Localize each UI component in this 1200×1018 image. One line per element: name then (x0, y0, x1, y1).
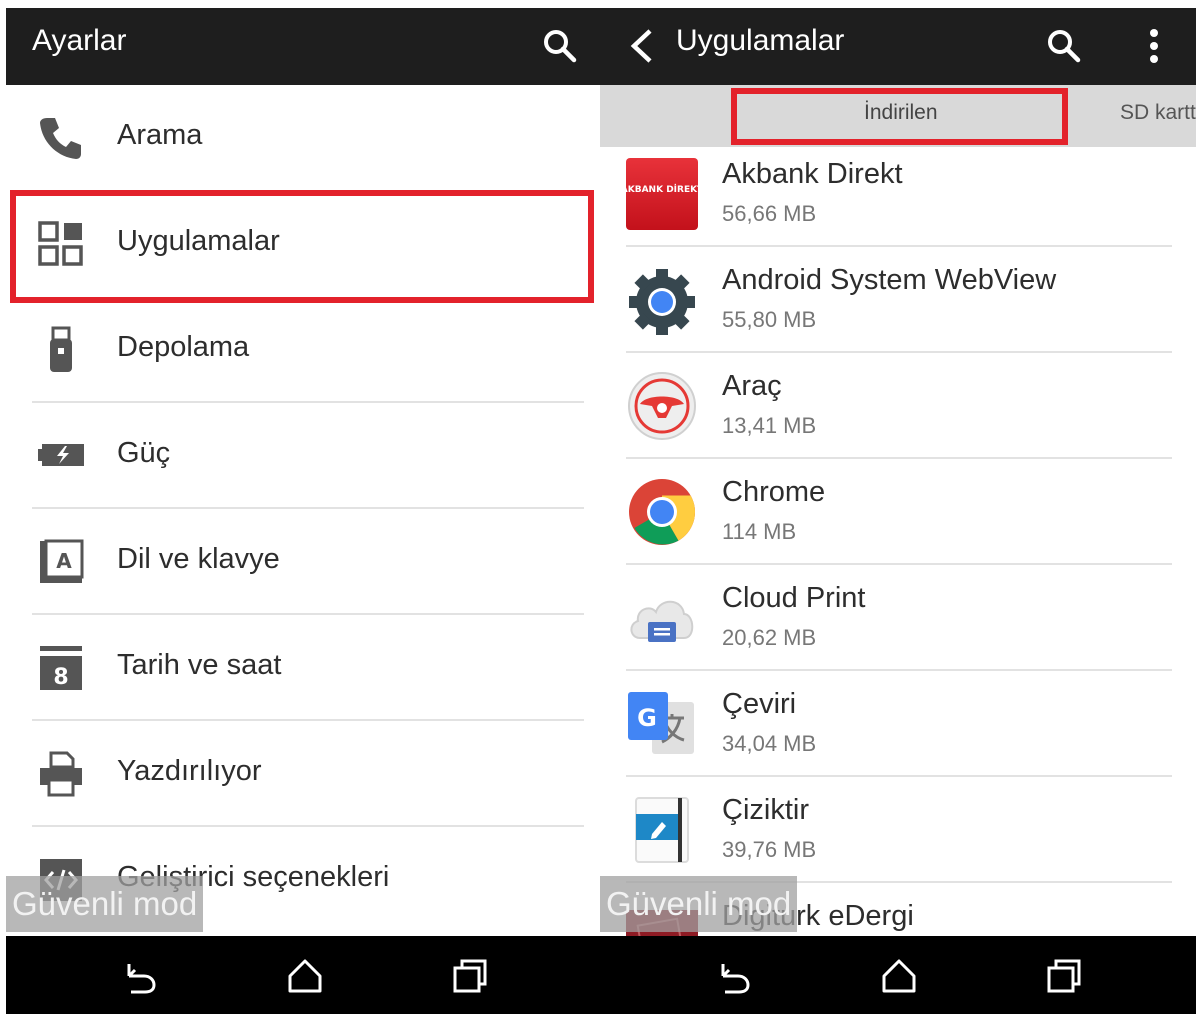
chrome-icon (629, 479, 695, 545)
settings-item-label: Dil ve klavye (117, 543, 280, 575)
app-name: Akbank Direkt (722, 158, 903, 190)
settings-item-label: Tarih ve saat (117, 649, 282, 681)
settings-item-depolama[interactable]: Depolama (6, 297, 600, 403)
recents-nav-icon[interactable] (450, 956, 490, 996)
steering-wheel-icon (628, 372, 696, 440)
apps-app-bar: Uygulamalar (600, 8, 1196, 85)
usb-storage-icon (36, 325, 86, 375)
safe-mode-watermark: Güvenli mod (600, 876, 798, 932)
app-size: 39,76 MB (722, 837, 817, 862)
settings-item-label: Yazdırılıyor (117, 755, 262, 787)
apps-screen: Uygulamalar İndirilen SD kartt AKBANK Dİ… (600, 8, 1196, 1014)
ciziktir-notebook-icon (635, 797, 689, 863)
settings-item-label: Arama (117, 119, 203, 151)
settings-item-guc[interactable]: Güç (6, 403, 600, 509)
app-size: 56,66 MB (722, 201, 817, 226)
tab-sd-kart[interactable]: SD kartt (1120, 101, 1196, 125)
cloud-print-icon (630, 600, 694, 642)
battery-icon (36, 431, 86, 481)
apps-title: Uygulamalar (676, 24, 845, 57)
app-list-item[interactable]: Android System WebView 55,80 MB (600, 247, 1196, 353)
app-name: Cloud Print (722, 582, 866, 614)
search-icon[interactable] (536, 22, 584, 70)
app-size: 114 MB (722, 519, 797, 544)
svg-text:A: A (56, 549, 72, 573)
highlight-box (10, 190, 594, 303)
back-arrow-icon[interactable] (620, 22, 664, 70)
language-icon: A (36, 537, 86, 587)
google-translate-icon: G (628, 692, 694, 754)
app-size: 55,80 MB (722, 307, 817, 332)
navigation-bar (600, 936, 1196, 1014)
back-nav-icon[interactable] (714, 956, 754, 996)
app-size: 34,04 MB (722, 731, 817, 756)
app-name: Çeviri (722, 688, 797, 720)
recents-nav-icon[interactable] (1044, 956, 1084, 996)
safe-mode-watermark: Güvenli mod (6, 876, 204, 932)
settings-app-bar: Ayarlar (6, 8, 600, 85)
app-list-item[interactable]: Çiziktir 39,76 MB (600, 777, 1196, 883)
app-name: Chrome (722, 476, 826, 508)
settings-item-tarih-ve-saat[interactable]: 8 Tarih ve saat (6, 615, 600, 721)
settings-item-yazdiriliyor[interactable]: Yazdırılıyor (6, 721, 600, 827)
app-list-item[interactable]: Araç 13,41 MB (600, 353, 1196, 459)
svg-text:8: 8 (53, 665, 68, 690)
settings-item-label: Güç (117, 437, 171, 469)
webview-gear-icon (629, 269, 695, 335)
settings-item-label: Depolama (117, 331, 250, 363)
phone-icon (36, 113, 86, 163)
svg-text:G: G (637, 704, 657, 732)
back-nav-icon[interactable] (120, 956, 160, 996)
settings-item-dil-ve-klavye[interactable]: A Dil ve klavye (6, 509, 600, 615)
app-name: Android System WebView (722, 264, 1057, 296)
calendar-icon: 8 (36, 643, 86, 693)
app-list-item[interactable]: Chrome 114 MB (600, 459, 1196, 565)
akbank-app-icon: AKBANK DİREKT (626, 158, 698, 230)
app-list-item[interactable]: G Çeviri 34,04 MB (600, 671, 1196, 777)
app-size: 13,41 MB (722, 413, 817, 438)
settings-screen: Ayarlar Arama Uygulamalar Depolama Güç A… (6, 8, 600, 1014)
navigation-bar (6, 936, 600, 1014)
highlight-box (731, 88, 1068, 145)
app-name: Çiziktir (722, 794, 809, 826)
app-size: 20,62 MB (722, 625, 817, 650)
svg-text:AKBANK DİREKT: AKBANK DİREKT (626, 184, 698, 195)
home-nav-icon[interactable] (285, 956, 325, 996)
search-icon[interactable] (1040, 22, 1088, 70)
printer-icon (36, 749, 86, 799)
settings-item-arama[interactable]: Arama (6, 85, 600, 191)
app-list-item[interactable]: AKBANK DİREKT Akbank Direkt 56,66 MB (600, 141, 1196, 247)
app-name: Araç (722, 370, 782, 402)
app-list-item[interactable]: Cloud Print 20,62 MB (600, 565, 1196, 671)
more-options-icon[interactable] (1136, 22, 1172, 70)
settings-title: Ayarlar (32, 24, 127, 57)
home-nav-icon[interactable] (879, 956, 919, 996)
